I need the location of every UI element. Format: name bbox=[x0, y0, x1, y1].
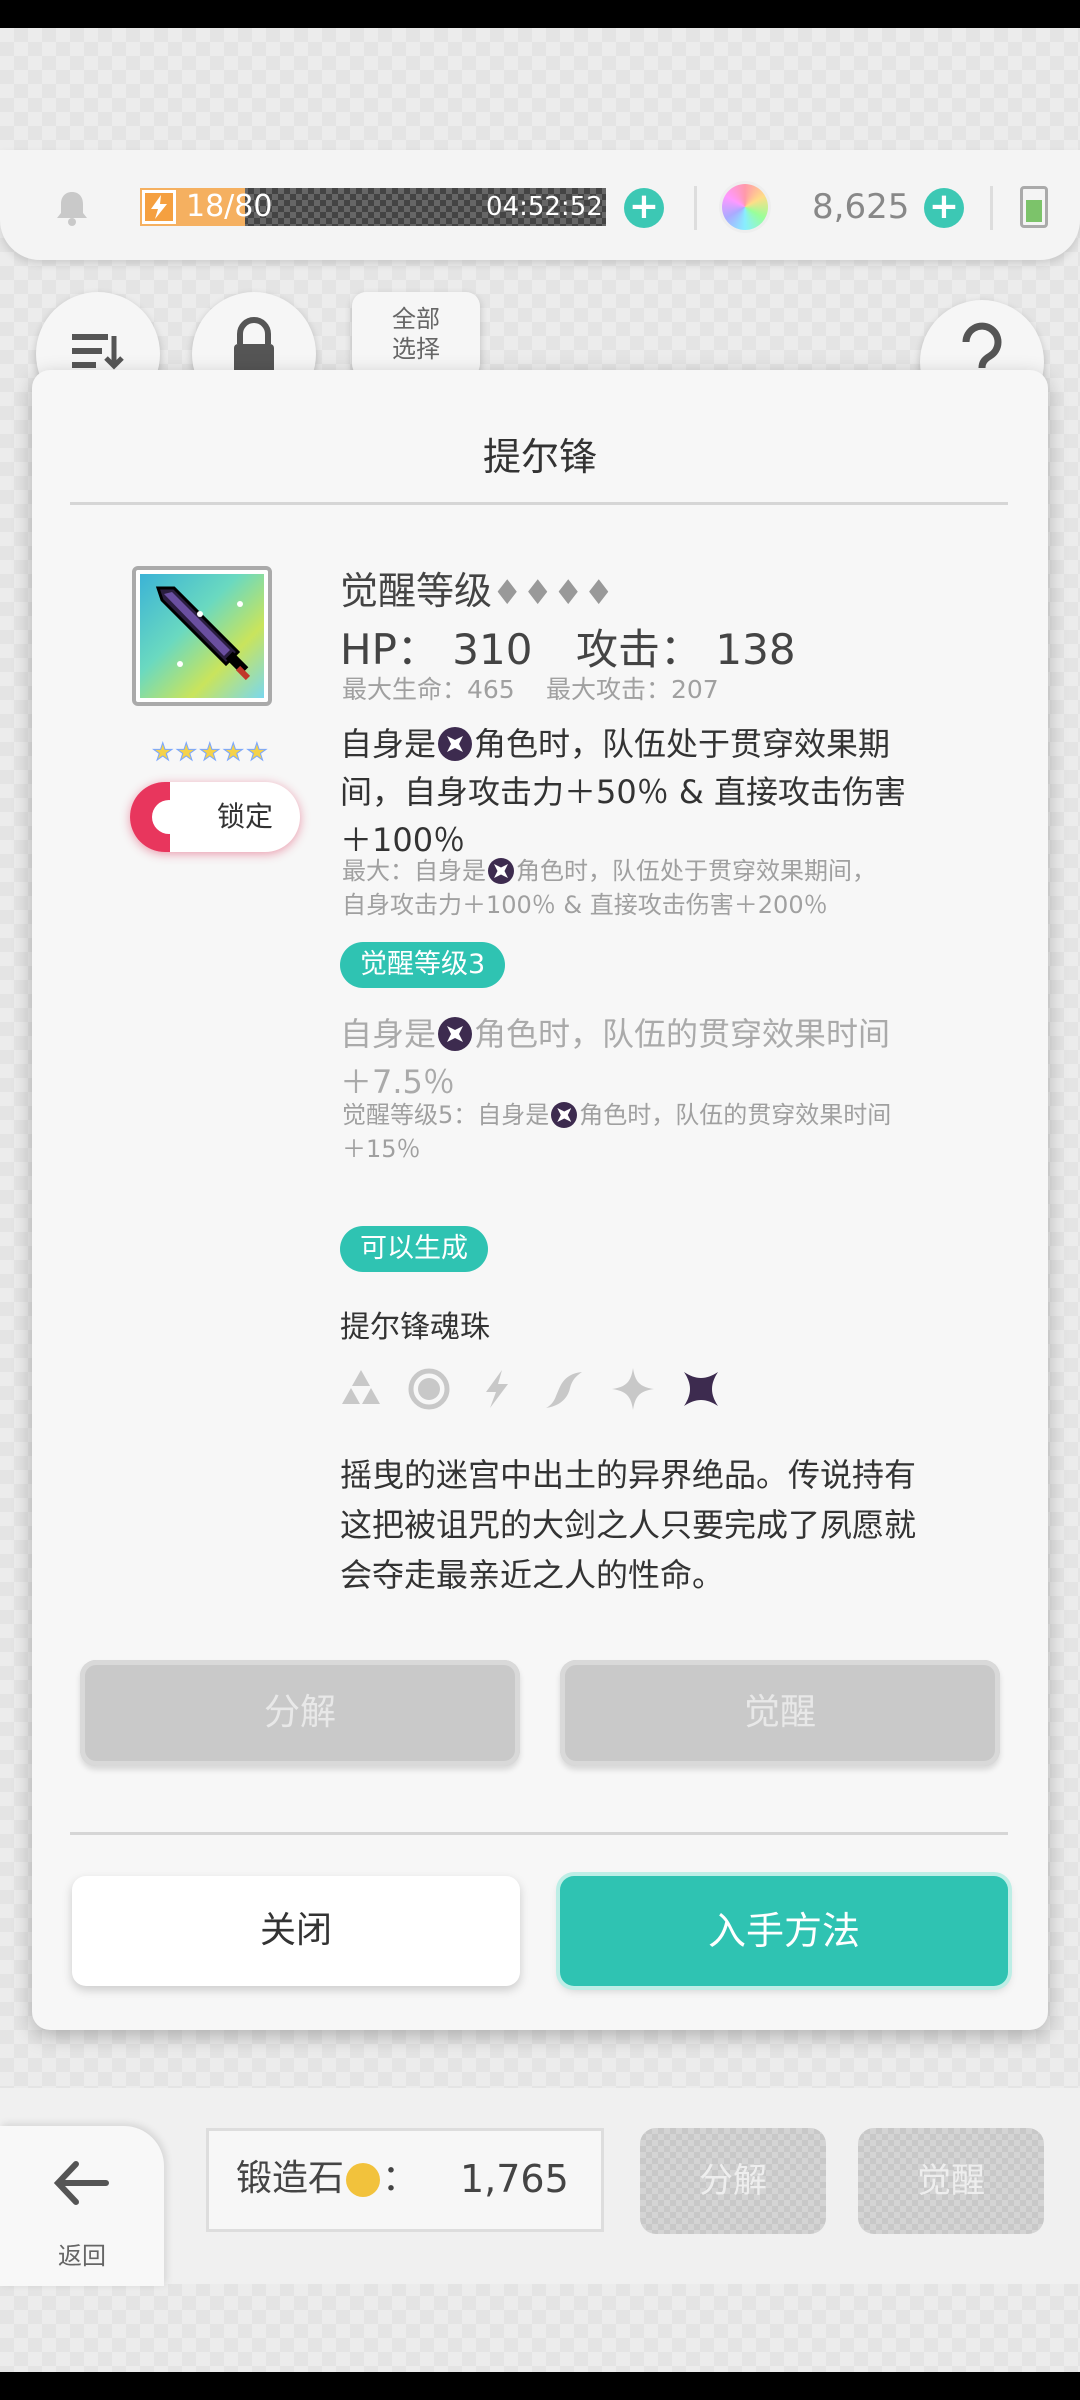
gem-count: 8,625 bbox=[812, 187, 910, 227]
dismantle-button[interactable]: 分解 bbox=[80, 1660, 520, 1766]
element-dark-icon bbox=[438, 1017, 473, 1051]
stamina-text: 18/80 bbox=[186, 189, 273, 224]
awaken-level-label: 觉醒等级 bbox=[340, 569, 493, 613]
element-wind-icon bbox=[546, 1372, 582, 1408]
divider bbox=[990, 186, 993, 230]
element-icon-row bbox=[338, 1366, 724, 1412]
element-dark-icon bbox=[684, 1372, 718, 1406]
dialog-title: 提尔锋 bbox=[482, 435, 597, 479]
item-icon-frame bbox=[132, 566, 272, 706]
item-description: 摇曳的迷宫中出土的异界绝品。传说持有 这把被诅咒的大剑之人只要完成了夙愿就 会夺… bbox=[340, 1456, 917, 1594]
plus-icon: + bbox=[628, 186, 660, 227]
skill2-max-text: 觉醒等级5：自身是 角色时，队伍的贯穿效果时间 ＋15％ bbox=[342, 1101, 892, 1163]
divider bbox=[694, 186, 697, 230]
star-icon: ★ bbox=[246, 738, 268, 767]
status-bar bbox=[0, 0, 1080, 28]
lock-toggle[interactable]: 锁定 bbox=[130, 782, 300, 852]
divider bbox=[70, 502, 1008, 505]
rainbow-gem-icon bbox=[722, 184, 768, 230]
lock-label: 锁定 bbox=[216, 800, 273, 833]
awaken-level-title: 觉醒等级♦♦♦♦ bbox=[340, 560, 614, 615]
star-icon: ★ bbox=[199, 738, 221, 767]
atk-stat: 攻击： 138 bbox=[576, 625, 796, 674]
select-all-button[interactable]: 全部 选择 bbox=[352, 292, 480, 378]
star-icon: ★ bbox=[222, 738, 245, 767]
sword-icon bbox=[155, 586, 251, 681]
element-dark-icon bbox=[488, 858, 514, 884]
close-button[interactable]: 关闭 bbox=[72, 1876, 520, 1986]
soul-orb-label: 提尔锋魂珠 bbox=[340, 1310, 490, 1345]
forge-stone-icon bbox=[346, 2163, 381, 2197]
rarity-stars: ★ ★ ★ ★ ★ bbox=[152, 738, 269, 767]
star-icon: ★ bbox=[175, 738, 198, 767]
element-circle-icon bbox=[408, 1368, 450, 1410]
bell-icon[interactable] bbox=[50, 186, 94, 234]
lightning-icon bbox=[142, 190, 176, 224]
awaken-diamonds: ♦♦♦♦ bbox=[492, 573, 614, 613]
skill2-text: 自身是 角色时，队伍的贯穿效果时间 ＋7.5％ bbox=[340, 1015, 891, 1101]
atk-value: 138 bbox=[715, 625, 796, 674]
max-atk: 最大攻击：207 bbox=[546, 675, 719, 704]
divider bbox=[70, 1832, 1008, 1835]
back-label: 返回 bbox=[58, 2242, 106, 2270]
back-button[interactable]: 返回 bbox=[0, 2126, 164, 2286]
add-stamina-button[interactable]: + bbox=[624, 188, 664, 228]
forge-stone-count: 1,765 bbox=[460, 2157, 569, 2201]
craftable-badge: 可以生成 bbox=[340, 1226, 488, 1272]
footer-awaken-button[interactable]: 觉醒 bbox=[858, 2128, 1044, 2234]
hp-value: 310 bbox=[452, 625, 533, 674]
star-icon: ★ bbox=[152, 738, 174, 767]
element-lightning-icon bbox=[486, 1370, 508, 1408]
awaken-button[interactable]: 觉醒 bbox=[560, 1660, 1000, 1766]
battery-icon bbox=[1020, 186, 1048, 228]
element-light-icon bbox=[612, 1368, 654, 1410]
stamina-timer: 04:52:52 bbox=[486, 192, 603, 222]
hp-stat: HP： 310 bbox=[340, 625, 533, 674]
plus-icon: + bbox=[928, 186, 960, 227]
skill1-max-text: 最大：自身是 角色时，队伍处于贯穿效果期间， 自身攻击力＋100％ & 直接攻击伤… bbox=[342, 857, 876, 919]
element-water-icon bbox=[342, 1370, 380, 1404]
awaken3-badge: 觉醒等级3 bbox=[340, 942, 506, 988]
back-arrow-icon bbox=[53, 2161, 109, 2205]
skill1-text: 自身是 角色时，队伍处于贯穿效果期 间，自身攻击力＋50％ & 直接攻击伤害 ＋1… bbox=[340, 725, 907, 859]
navigation-bar bbox=[0, 2372, 1080, 2400]
add-gems-button[interactable]: + bbox=[924, 188, 964, 228]
element-dark-icon bbox=[551, 1102, 578, 1128]
forge-stone-label: 锻造石： bbox=[236, 2158, 419, 2199]
footer-dismantle-button[interactable]: 分解 bbox=[640, 2128, 826, 2234]
how-to-obtain-button[interactable]: 入手方法 bbox=[560, 1876, 1008, 1986]
element-dark-icon bbox=[438, 727, 473, 761]
max-hp: 最大生命：465 bbox=[342, 675, 515, 704]
